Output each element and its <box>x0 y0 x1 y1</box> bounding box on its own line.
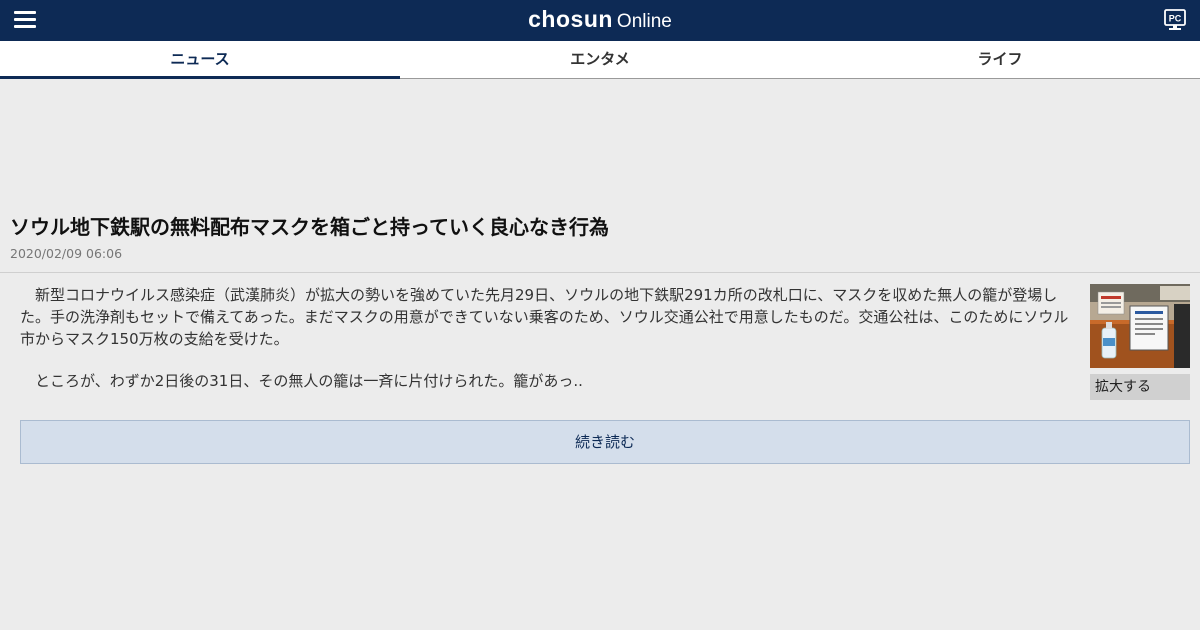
logo-brand: chosun <box>528 6 613 32</box>
pc-monitor-icon[interactable]: PC <box>1164 9 1186 31</box>
category-tabs: ニュース エンタメ ライフ <box>0 41 1200 79</box>
logo-suffix: Online <box>616 11 672 32</box>
article-photo[interactable] <box>1090 284 1190 368</box>
article-title: ソウル地下鉄駅の無料配布マスクを箱ごと持っていく良心なき行為 <box>10 215 609 239</box>
article-date: 2020/02/09 06:06 <box>10 246 123 261</box>
top-bar: chosun Online PC <box>0 0 1200 41</box>
zoom-photo-button[interactable]: 拡大する <box>1090 374 1190 400</box>
read-more-button[interactable]: 続き読む <box>20 420 1190 464</box>
tab-news[interactable]: ニュース <box>0 41 400 79</box>
divider <box>0 272 1200 273</box>
tab-entertainment[interactable]: エンタメ <box>400 41 800 78</box>
article-paragraph: ところが、わずか2日後の31日、その無人の籠は一斉に片付けられた。籠があっ.. <box>35 372 583 390</box>
article-paragraph: 新型コロナウイルス感染症（武漢肺炎）が拡大の勢いを強めていた先月29日、ソウルの… <box>20 286 1069 348</box>
tab-life[interactable]: ライフ <box>800 41 1200 78</box>
article-body: 新型コロナウイルス感染症（武漢肺炎）が拡大の勢いを強めていた先月29日、ソウルの… <box>20 284 1075 412</box>
site-logo[interactable]: chosun Online <box>0 6 1200 33</box>
pc-label: PC <box>1169 14 1182 24</box>
